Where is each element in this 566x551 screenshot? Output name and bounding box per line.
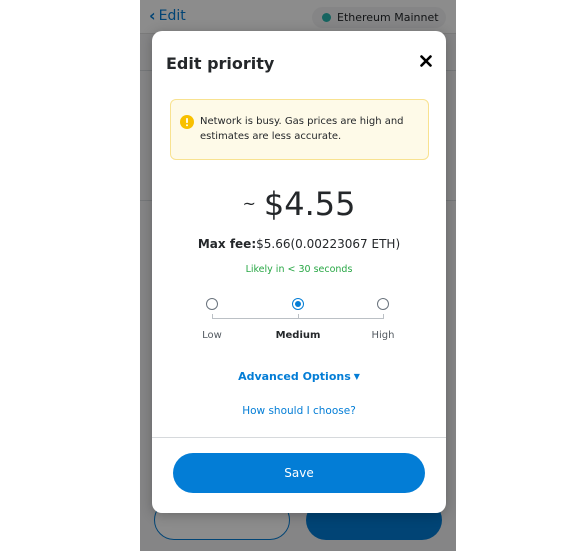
fee-prefix: ~	[242, 194, 256, 213]
slider-tick	[298, 314, 299, 319]
max-fee-value: $5.66	[256, 237, 291, 251]
max-fee-eth: (0.00223067 ETH)	[290, 237, 401, 251]
advanced-options-label: Advanced Options	[238, 370, 351, 383]
close-button[interactable]	[416, 51, 436, 71]
modal-title: Edit priority	[166, 54, 275, 73]
option-label-low[interactable]: Low	[182, 330, 242, 341]
radio-high[interactable]	[377, 298, 389, 310]
max-fee-label: Max fee:	[197, 237, 257, 251]
edit-priority-modal: Edit priority Network is busy. Gas price…	[152, 31, 446, 513]
close-icon	[420, 55, 432, 67]
network-busy-warning: Network is busy. Gas prices are high and…	[170, 99, 429, 160]
slider-tick	[383, 314, 384, 319]
warning-text: Network is busy. Gas prices are high and…	[200, 116, 404, 142]
likely-time-text: Likely in < 30 seconds	[245, 264, 353, 275]
how-to-choose-link[interactable]: How should I choose?	[152, 405, 446, 417]
slider-tick	[212, 314, 213, 319]
option-label-high[interactable]: High	[353, 330, 413, 341]
save-button[interactable]: Save	[173, 453, 425, 493]
caret-down-icon: ▼	[353, 372, 360, 381]
option-label-medium[interactable]: Medium	[268, 330, 328, 341]
radio-low[interactable]	[206, 298, 218, 310]
estimated-fee: ~ $4.55	[152, 185, 446, 223]
fee-amount: $4.55	[263, 185, 356, 223]
warning-icon	[180, 115, 194, 129]
page: ‹ Edit Ethereum Mainnet Edit priority Ne…	[0, 0, 566, 551]
footer-divider	[152, 437, 446, 438]
advanced-options-toggle[interactable]: Advanced Options ▼	[152, 370, 446, 383]
max-fee-row: Max fee:$5.66(0.00223067 ETH)	[152, 237, 446, 251]
radio-medium[interactable]	[292, 298, 304, 310]
